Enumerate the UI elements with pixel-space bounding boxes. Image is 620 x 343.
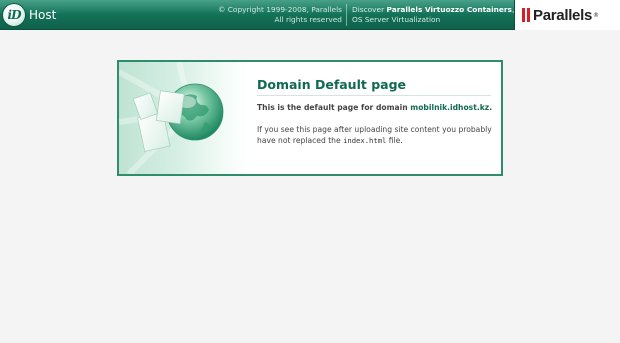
idhost-logo-text: Host bbox=[29, 8, 57, 22]
globe-with-documents-icon bbox=[119, 62, 249, 174]
idhost-logo-icon: iD bbox=[2, 3, 26, 27]
header-divider bbox=[346, 4, 347, 26]
discover-product: Parallels Virtuozzo Containers bbox=[386, 5, 512, 14]
domain-name: mobilnik.idhost.kz bbox=[410, 103, 490, 112]
page-title: Domain Default page bbox=[257, 77, 407, 92]
idhost-logo[interactable]: iD Host bbox=[2, 2, 56, 28]
parallels-logo-text: Parallels bbox=[533, 6, 593, 24]
parallels-logo[interactable]: Parallels ® bbox=[514, 0, 620, 30]
top-banner: iD Host © Copyright 1999-2008, Parallels… bbox=[0, 0, 620, 30]
discover-line-2: OS Server Virtualization bbox=[352, 15, 441, 24]
copyright-line-2: All rights reserved bbox=[274, 15, 342, 24]
copyright-line-1: © Copyright 1999-2008, Parallels bbox=[218, 5, 342, 14]
intro-prefix: This is the default page for domain bbox=[257, 103, 411, 112]
discover-promo-link[interactable]: Discover Parallels Virtuozzo Containers,… bbox=[352, 5, 516, 25]
default-page-panel: Domain Default page This is the default … bbox=[117, 60, 503, 176]
title-divider bbox=[257, 95, 491, 96]
discover-prefix: Discover bbox=[352, 5, 387, 14]
copyright-notice: © Copyright 1999-2008, Parallels All rig… bbox=[202, 5, 342, 25]
explanation-text: If you see this page after uploading sit… bbox=[257, 125, 492, 146]
index-file-name: index.html bbox=[343, 135, 387, 145]
registered-mark: ® bbox=[593, 11, 600, 19]
intro-suffix: . bbox=[489, 103, 493, 112]
intro-text: This is the default page for domain mobi… bbox=[257, 103, 492, 112]
para-suffix: file. bbox=[386, 135, 403, 145]
parallels-bars-icon bbox=[522, 8, 530, 22]
